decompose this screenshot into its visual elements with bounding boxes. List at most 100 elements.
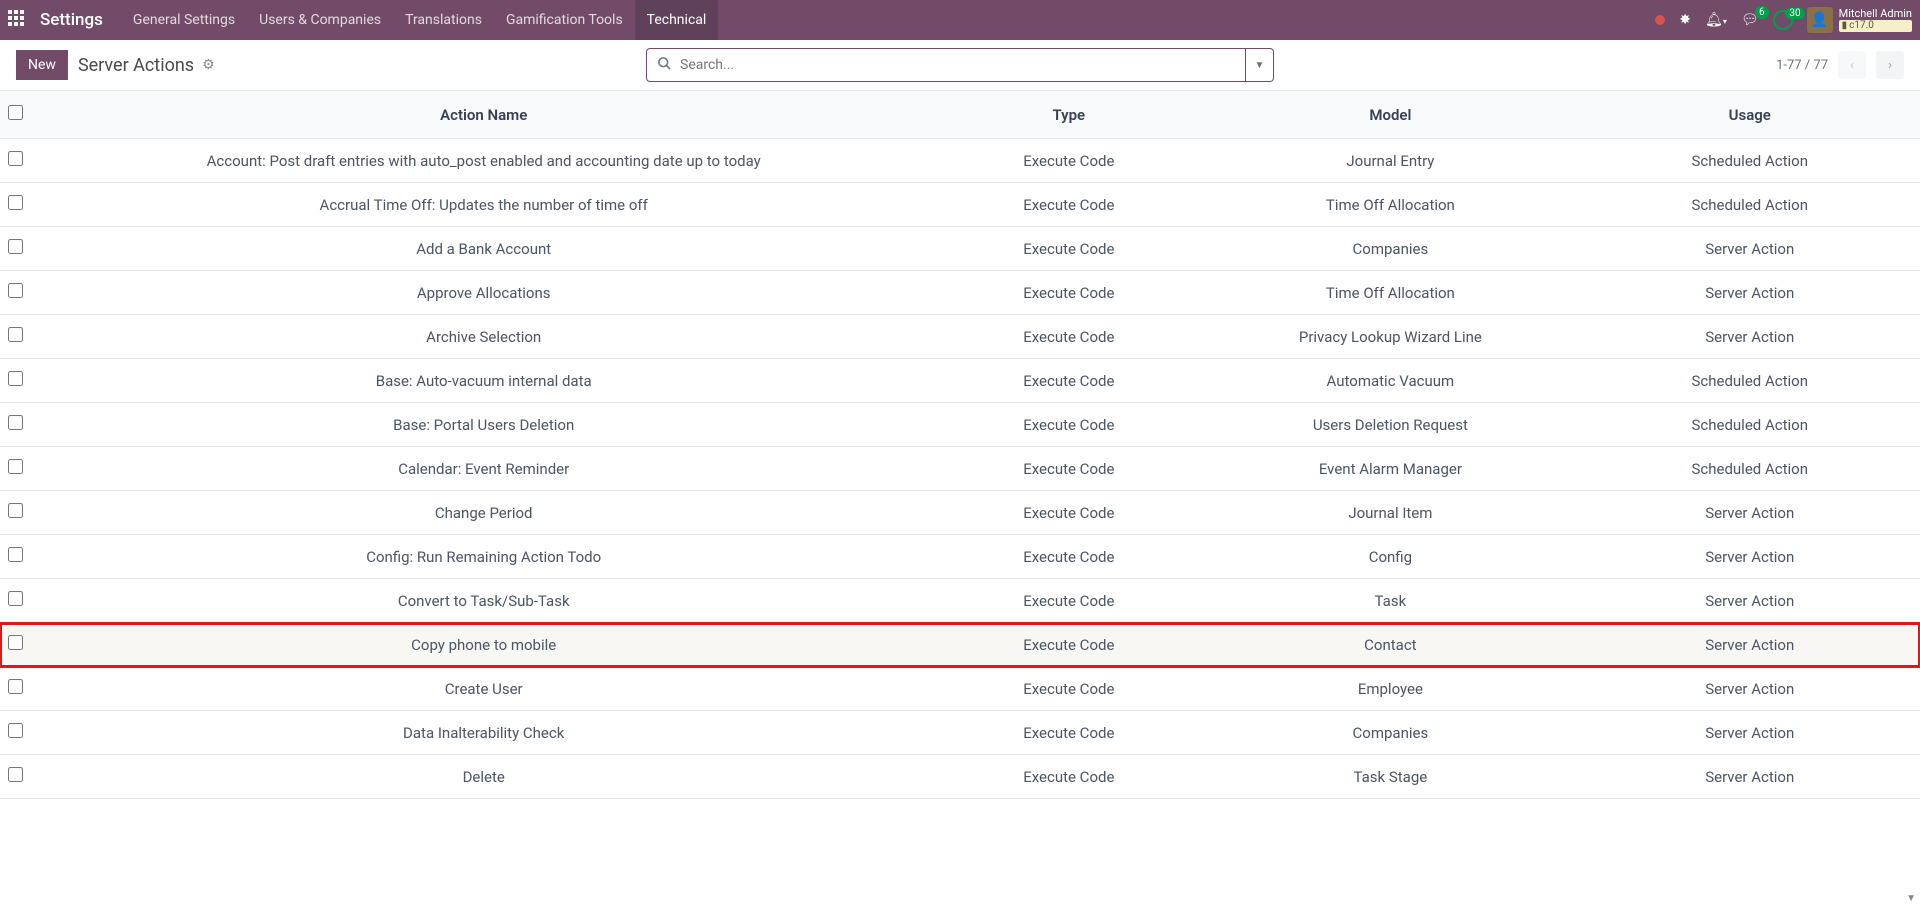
table-row[interactable]: Accrual Time Off: Updates the number of … bbox=[0, 183, 1920, 227]
table-row[interactable]: Calendar: Event ReminderExecute CodeEven… bbox=[0, 447, 1920, 491]
new-button[interactable]: New bbox=[16, 50, 68, 80]
header-checkbox-cell bbox=[0, 91, 31, 139]
actions-table: Action Name Type Model Usage Account: Po… bbox=[0, 91, 1920, 799]
row-checkbox[interactable] bbox=[8, 767, 23, 782]
row-checkbox[interactable] bbox=[8, 547, 23, 562]
row-checkbox[interactable] bbox=[8, 503, 23, 518]
search-dropdown-toggle[interactable]: ▼ bbox=[1246, 48, 1274, 82]
col-usage[interactable]: Usage bbox=[1580, 91, 1920, 139]
cell-type: Execute Code bbox=[936, 227, 1201, 271]
cell-name: Base: Auto-vacuum internal data bbox=[31, 359, 936, 403]
gear-icon[interactable]: ⚙ bbox=[202, 57, 215, 73]
cell-type: Execute Code bbox=[936, 667, 1201, 711]
cell-type: Execute Code bbox=[936, 535, 1201, 579]
table-row[interactable]: Approve AllocationsExecute CodeTime Off … bbox=[0, 271, 1920, 315]
cell-usage: Server Action bbox=[1580, 667, 1920, 711]
cell-name: Base: Portal Users Deletion bbox=[31, 403, 936, 447]
table-row[interactable]: DeleteExecute CodeTask StageServer Actio… bbox=[0, 755, 1920, 799]
row-checkbox[interactable] bbox=[8, 283, 23, 298]
select-all-checkbox[interactable] bbox=[8, 105, 23, 120]
topnav-right: ✸ 🔔︎▾ 💬︎6 👤 Mitchell Admin ▮ c17.0 bbox=[1655, 7, 1912, 33]
col-action-name[interactable]: Action Name bbox=[31, 91, 936, 139]
row-checkbox[interactable] bbox=[8, 371, 23, 386]
table-row[interactable]: Change PeriodExecute CodeJournal ItemSer… bbox=[0, 491, 1920, 535]
table-row[interactable]: Config: Run Remaining Action TodoExecute… bbox=[0, 535, 1920, 579]
cell-name: Copy phone to mobile bbox=[31, 623, 936, 667]
cell-usage: Server Action bbox=[1580, 271, 1920, 315]
cell-model: Event Alarm Manager bbox=[1201, 447, 1579, 491]
cell-model: Companies bbox=[1201, 227, 1579, 271]
cell-name: Calendar: Event Reminder bbox=[31, 447, 936, 491]
row-checkbox[interactable] bbox=[8, 415, 23, 430]
cell-model: Journal Item bbox=[1201, 491, 1579, 535]
table-row[interactable]: Add a Bank AccountExecute CodeCompaniesS… bbox=[0, 227, 1920, 271]
row-checkbox[interactable] bbox=[8, 239, 23, 254]
row-checkbox[interactable] bbox=[8, 723, 23, 738]
row-checkbox[interactable] bbox=[8, 635, 23, 650]
activity-timer-icon[interactable] bbox=[1773, 10, 1793, 30]
cell-usage: Scheduled Action bbox=[1580, 183, 1920, 227]
chevron-down-icon[interactable]: ▼ bbox=[1906, 893, 1916, 904]
cell-model: Automatic Vacuum bbox=[1201, 359, 1579, 403]
table-scroll[interactable]: Action Name Type Model Usage Account: Po… bbox=[0, 90, 1920, 908]
table-row[interactable]: Account: Post draft entries with auto_po… bbox=[0, 139, 1920, 183]
cell-type: Execute Code bbox=[936, 623, 1201, 667]
menu-gamification-tools[interactable]: Gamification Tools bbox=[494, 0, 635, 40]
record-indicator-icon[interactable] bbox=[1655, 15, 1665, 25]
cell-name: Delete bbox=[31, 755, 936, 799]
cell-usage: Server Action bbox=[1580, 491, 1920, 535]
cell-name: Archive Selection bbox=[31, 315, 936, 359]
bell-icon[interactable]: 🔔︎▾ bbox=[1705, 12, 1727, 28]
cell-name: Accrual Time Off: Updates the number of … bbox=[31, 183, 936, 227]
cell-model: Employee bbox=[1201, 667, 1579, 711]
pager-prev-button[interactable]: ‹ bbox=[1838, 51, 1866, 79]
pager-text[interactable]: 1-77 / 77 bbox=[1776, 58, 1828, 73]
cell-type: Execute Code bbox=[936, 711, 1201, 755]
cell-model: Task bbox=[1201, 579, 1579, 623]
menu-general-settings[interactable]: General Settings bbox=[121, 0, 247, 40]
col-type[interactable]: Type bbox=[936, 91, 1201, 139]
search-box[interactable] bbox=[646, 48, 1246, 82]
table-row[interactable]: Convert to Task/Sub-TaskExecute CodeTask… bbox=[0, 579, 1920, 623]
app-brand: Settings bbox=[40, 10, 103, 30]
cell-model: Contact bbox=[1201, 623, 1579, 667]
search-input[interactable] bbox=[680, 57, 1235, 73]
table-row[interactable]: Base: Auto-vacuum internal dataExecute C… bbox=[0, 359, 1920, 403]
menu-users-companies[interactable]: Users & Companies bbox=[247, 0, 393, 40]
cell-usage: Server Action bbox=[1580, 535, 1920, 579]
cell-name: Data Inalterability Check bbox=[31, 711, 936, 755]
apps-icon[interactable] bbox=[8, 10, 28, 30]
messages-icon[interactable]: 💬︎6 bbox=[1741, 12, 1759, 28]
table-row[interactable]: Archive SelectionExecute CodePrivacy Loo… bbox=[0, 315, 1920, 359]
user-menu[interactable]: 👤 Mitchell Admin ▮ c17.0 bbox=[1807, 7, 1912, 33]
cell-type: Execute Code bbox=[936, 403, 1201, 447]
cell-name: Add a Bank Account bbox=[31, 227, 936, 271]
menu-translations[interactable]: Translations bbox=[393, 0, 494, 40]
menu-technical[interactable]: Technical bbox=[635, 0, 719, 40]
breadcrumb[interactable]: Server Actions bbox=[78, 55, 194, 76]
cell-model: Task Stage bbox=[1201, 755, 1579, 799]
bug-icon[interactable]: ✸ bbox=[1679, 12, 1691, 28]
cell-type: Execute Code bbox=[936, 755, 1201, 799]
cell-name: Account: Post draft entries with auto_po… bbox=[31, 139, 936, 183]
cell-model: Privacy Lookup Wizard Line bbox=[1201, 315, 1579, 359]
cell-usage: Scheduled Action bbox=[1580, 403, 1920, 447]
table-row[interactable]: Base: Portal Users DeletionExecute CodeU… bbox=[0, 403, 1920, 447]
cell-usage: Server Action bbox=[1580, 755, 1920, 799]
table-row[interactable]: Copy phone to mobileExecute CodeContactS… bbox=[0, 623, 1920, 667]
row-checkbox[interactable] bbox=[8, 591, 23, 606]
pager-next-button[interactable]: › bbox=[1876, 51, 1904, 79]
table-row[interactable]: Data Inalterability CheckExecute CodeCom… bbox=[0, 711, 1920, 755]
row-checkbox[interactable] bbox=[8, 327, 23, 342]
cell-usage: Scheduled Action bbox=[1580, 139, 1920, 183]
row-checkbox[interactable] bbox=[8, 459, 23, 474]
avatar: 👤 bbox=[1807, 7, 1833, 33]
table-row[interactable]: Create UserExecute CodeEmployeeServer Ac… bbox=[0, 667, 1920, 711]
cell-usage: Scheduled Action bbox=[1580, 447, 1920, 491]
col-model[interactable]: Model bbox=[1201, 91, 1579, 139]
row-checkbox[interactable] bbox=[8, 195, 23, 210]
cell-model: Config bbox=[1201, 535, 1579, 579]
cell-usage: Server Action bbox=[1580, 579, 1920, 623]
row-checkbox[interactable] bbox=[8, 151, 23, 166]
row-checkbox[interactable] bbox=[8, 679, 23, 694]
